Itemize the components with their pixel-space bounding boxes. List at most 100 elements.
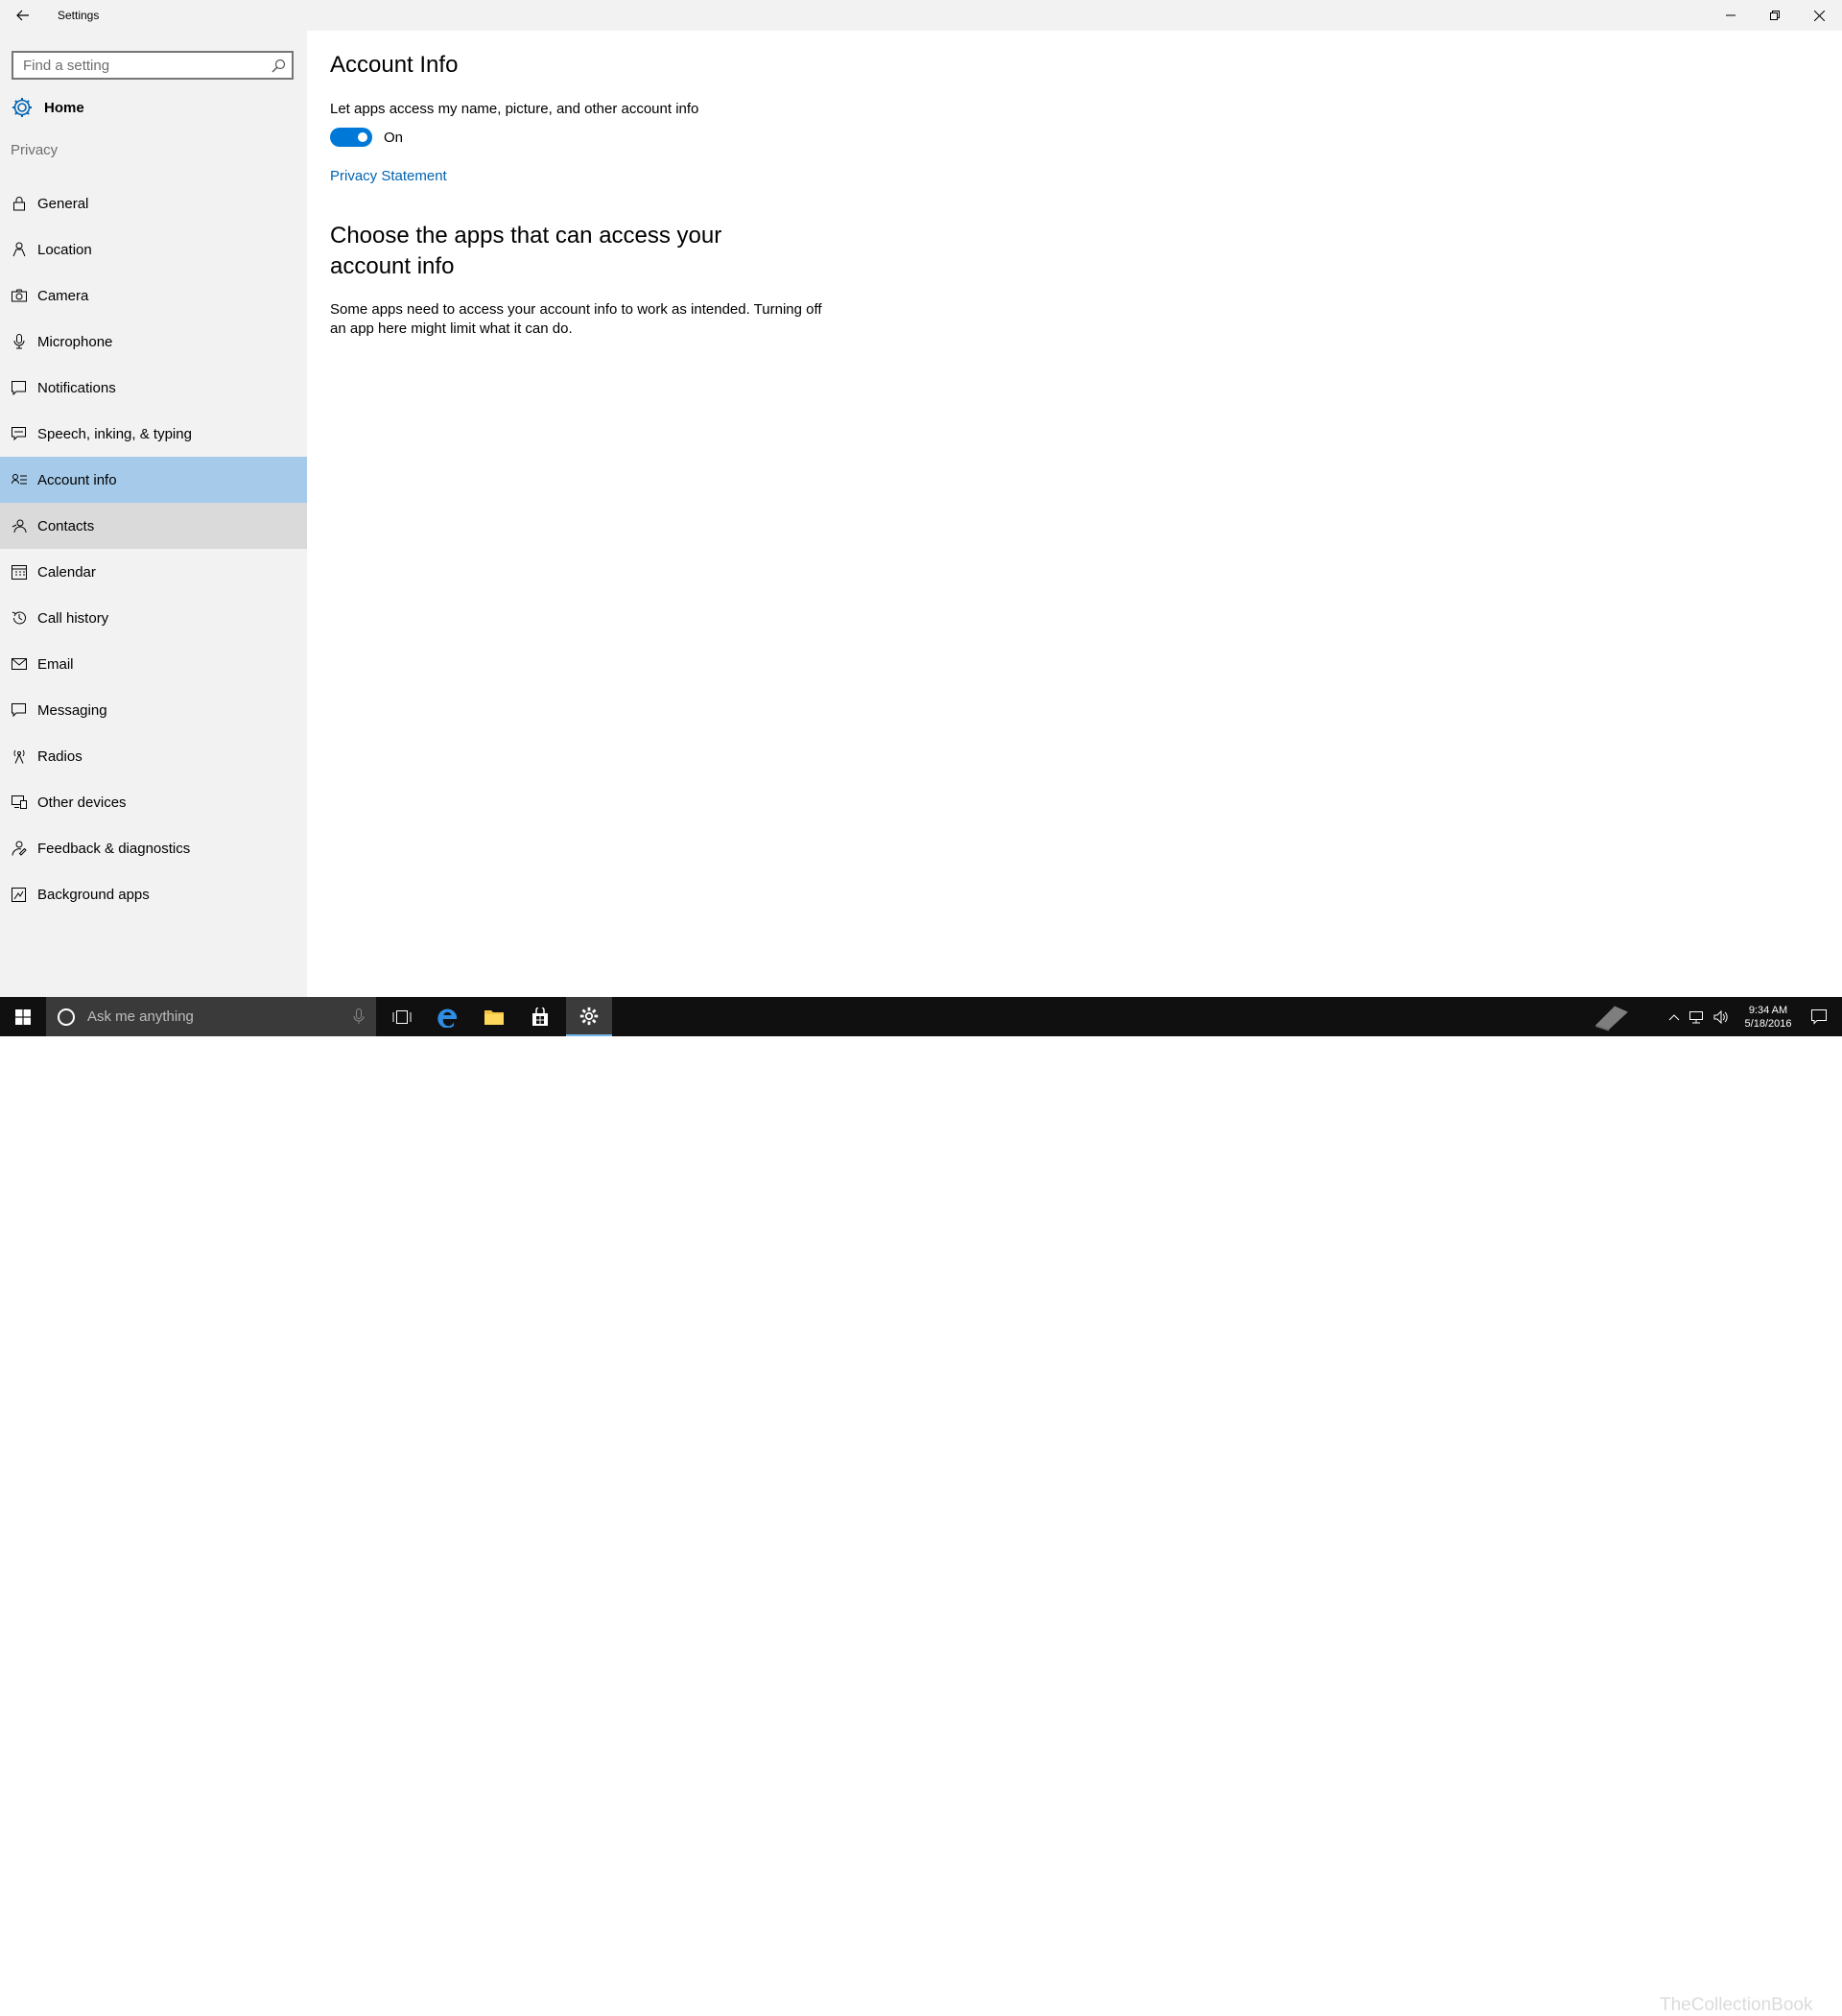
sidebar-item-label: Call history xyxy=(37,609,109,627)
sidebar-item-radios[interactable]: Radios xyxy=(0,733,307,779)
show-hidden-icons-button[interactable] xyxy=(1665,997,1684,1036)
sidebar-item-microphone[interactable]: Microphone xyxy=(0,319,307,365)
home-item[interactable]: Home xyxy=(0,86,307,129)
home-label: Home xyxy=(44,99,84,116)
toggle-state-label: On xyxy=(384,129,404,146)
close-button[interactable] xyxy=(1797,0,1841,31)
volume-button[interactable] xyxy=(1709,997,1734,1036)
sidebar-item-calendar[interactable]: Calendar xyxy=(0,549,307,595)
task-view-icon xyxy=(392,1009,412,1024)
sidebar: Home Privacy General Location Camera Mic… xyxy=(0,31,307,997)
restore-button[interactable] xyxy=(1753,0,1797,31)
taskbar-edge[interactable] xyxy=(425,997,471,1036)
sidebar-item-label: Contacts xyxy=(37,517,95,534)
section-label: Privacy xyxy=(11,142,59,158)
settings-gear-icon xyxy=(579,1007,599,1025)
network-button[interactable] xyxy=(1684,997,1709,1036)
account-info-toggle-row: On xyxy=(330,128,403,147)
close-icon xyxy=(1813,10,1825,21)
taskbar: Ask me anything TheCollectionBook 9:34 A… xyxy=(0,997,1842,2015)
microphone-icon xyxy=(0,334,37,349)
sidebar-item-other-devices[interactable]: Other devices xyxy=(0,779,307,825)
privacy-statement-link[interactable]: Privacy Statement xyxy=(330,168,447,184)
calendar-icon xyxy=(0,564,37,580)
search-box[interactable] xyxy=(12,51,294,80)
task-view-button[interactable] xyxy=(379,997,425,1036)
sidebar-item-label: Background apps xyxy=(37,886,150,903)
sidebar-item-call-history[interactable]: Call history xyxy=(0,595,307,641)
location-person-icon xyxy=(0,242,37,257)
minimize-icon xyxy=(1726,14,1736,16)
minimize-button[interactable] xyxy=(1709,0,1753,31)
start-button[interactable] xyxy=(0,997,46,1036)
apps-heading: Choose the apps that can access your acc… xyxy=(330,223,722,279)
sidebar-item-label: Camera xyxy=(37,287,89,304)
windows-logo-icon xyxy=(15,1008,31,1025)
taskbar-file-explorer[interactable] xyxy=(471,997,517,1036)
camera-icon xyxy=(0,289,37,302)
toggle-knob xyxy=(358,132,367,142)
radio-tower-icon xyxy=(0,748,37,764)
account-info-icon xyxy=(0,473,37,486)
action-center-icon xyxy=(1811,1008,1827,1025)
sidebar-item-label: Account info xyxy=(37,471,117,488)
sidebar-item-contacts[interactable]: Contacts xyxy=(0,503,307,549)
title-bar: Settings xyxy=(0,0,1842,31)
action-center-button[interactable] xyxy=(1805,997,1833,1036)
back-button[interactable] xyxy=(0,0,46,31)
sidebar-item-email[interactable]: Email xyxy=(0,641,307,687)
sidebar-item-label: General xyxy=(37,195,89,212)
restore-icon xyxy=(1770,11,1780,20)
sidebar-item-feedback[interactable]: Feedback & diagnostics xyxy=(0,825,307,871)
apps-description: Some apps need to access your account in… xyxy=(330,301,822,337)
sidebar-item-label: Messaging xyxy=(37,701,107,719)
sidebar-item-notifications[interactable]: Notifications xyxy=(0,365,307,411)
chevron-up-icon xyxy=(1668,1013,1680,1020)
sidebar-item-label: Feedback & diagnostics xyxy=(37,840,191,857)
book-logo xyxy=(1593,997,1631,1036)
sidebar-item-label: Microphone xyxy=(37,333,113,350)
window-title: Settings xyxy=(58,9,100,22)
search-icon[interactable] xyxy=(271,59,286,74)
cortana-icon xyxy=(58,1008,75,1026)
sidebar-item-label: Other devices xyxy=(37,794,127,811)
sidebar-item-speech[interactable]: Speech, inking, & typing xyxy=(0,411,307,457)
sidebar-item-general[interactable]: General xyxy=(0,180,307,226)
message-icon xyxy=(0,702,37,718)
sidebar-item-account-info[interactable]: Account info xyxy=(0,457,307,503)
edge-browser-icon xyxy=(437,1008,457,1028)
privacy-nav: General Location Camera Microphone Notif… xyxy=(0,180,307,917)
sidebar-item-background-apps[interactable]: Background apps xyxy=(0,871,307,917)
gear-icon xyxy=(0,96,44,119)
toggle-description: Let apps access my name, picture, and ot… xyxy=(330,101,699,117)
network-icon xyxy=(1689,1010,1703,1023)
clock[interactable]: 9:34 AM 5/18/2016 xyxy=(1732,997,1805,1036)
taskbar-settings[interactable] xyxy=(566,997,612,1036)
background-apps-icon xyxy=(0,887,37,902)
volume-icon xyxy=(1713,1009,1728,1024)
mail-icon xyxy=(0,658,37,670)
book-logo-icon xyxy=(1595,1005,1628,1032)
page-title: Account Info xyxy=(330,52,459,78)
cortana-placeholder: Ask me anything xyxy=(87,1008,194,1025)
sidebar-item-label: Calendar xyxy=(37,563,96,581)
notification-icon xyxy=(0,380,37,395)
search-input[interactable] xyxy=(13,53,263,78)
feedback-icon xyxy=(0,841,37,856)
sidebar-item-location[interactable]: Location xyxy=(0,226,307,273)
sidebar-item-label: Email xyxy=(37,655,74,673)
sidebar-item-label: Radios xyxy=(37,747,83,765)
contacts-icon xyxy=(0,519,37,534)
clock-time: 9:34 AM xyxy=(1748,1004,1788,1016)
back-arrow-icon xyxy=(16,10,29,21)
cortana-search-box[interactable]: Ask me anything xyxy=(46,997,376,1036)
sidebar-item-label: Notifications xyxy=(37,379,116,396)
sidebar-item-label: Speech, inking, & typing xyxy=(37,425,192,442)
devices-icon xyxy=(0,795,37,809)
history-icon xyxy=(0,610,37,626)
store-bag-icon xyxy=(532,1007,548,1026)
sidebar-item-camera[interactable]: Camera xyxy=(0,273,307,319)
taskbar-store[interactable] xyxy=(517,997,563,1036)
sidebar-item-messaging[interactable]: Messaging xyxy=(0,687,307,733)
account-info-toggle[interactable] xyxy=(330,128,372,147)
